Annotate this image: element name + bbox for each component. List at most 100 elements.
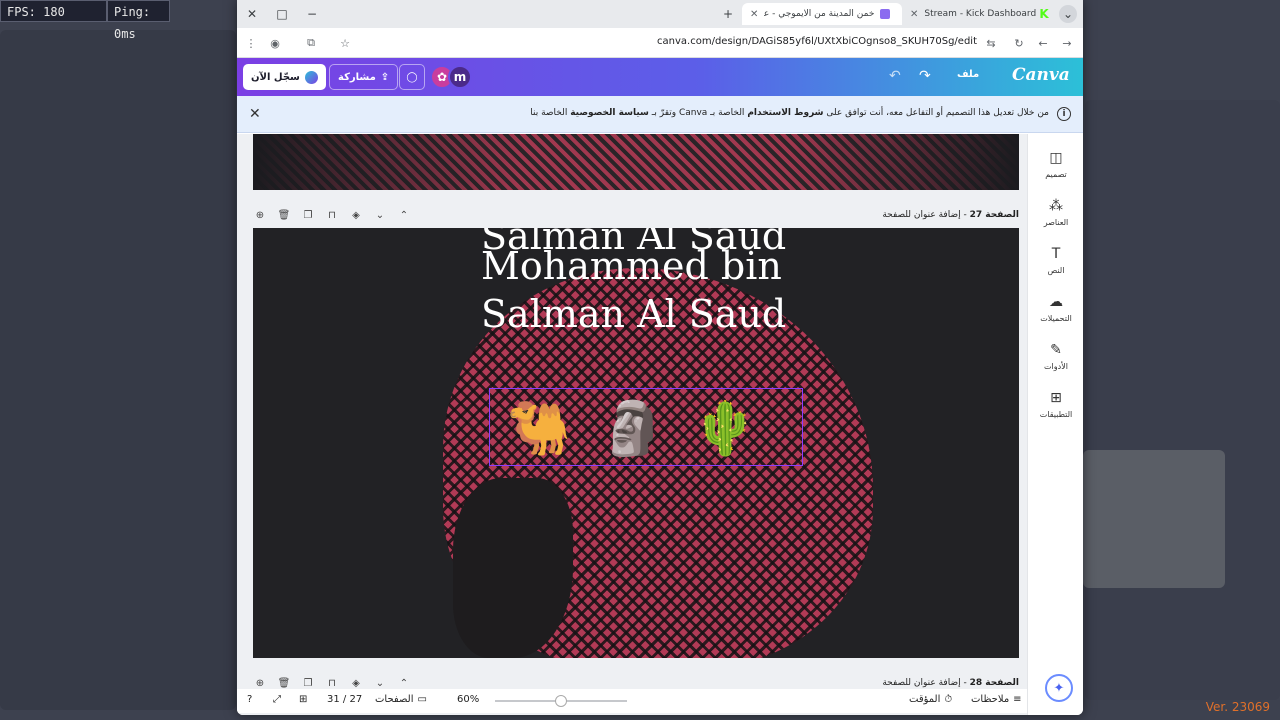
version-label: Ver. 23069 [1205,700,1270,714]
apps-icon: ⊞ [1050,390,1062,406]
upload-share-icon: ⇪ [380,71,390,83]
camel-emoji[interactable]: 🐫 [506,397,572,461]
page-title-placeholder: - إضافة عنوان للصفحة [882,210,970,220]
share-button[interactable]: مشاركة ⇪ [329,64,399,90]
close-notice-icon[interactable]: ✕ [249,106,261,122]
notes-button[interactable]: ملاحظات ≡ [971,694,1022,705]
page-count[interactable]: 31 / 27 [327,694,362,705]
grid-view-icon[interactable]: ⊞ [299,694,307,705]
notice-text-mid: الخاصة بـ Canva وتقرّ بـ [648,108,748,118]
close-window-icon[interactable]: ✕ [243,5,261,23]
notice-text-end: الخاصة بنا [530,108,571,118]
close-tab-icon[interactable]: ✕ [910,9,918,20]
extensions-icon[interactable]: ⧉ [303,35,319,51]
timer-label: المؤقت [909,694,941,705]
signin-label: سجّل الآن [251,71,300,83]
fullscreen-icon[interactable]: ⤢ [273,694,281,705]
undo-icon[interactable]: ↶ [889,68,901,84]
sidebar-item-label: التحميلات [1040,314,1072,323]
bg-right-panel [1085,100,1280,700]
minimize-icon[interactable]: − [303,5,321,23]
duplicate-page-icon[interactable]: ❐ [301,208,315,222]
file-menu[interactable]: ملف [957,69,979,80]
reload-icon[interactable]: ↻ [1011,35,1027,51]
maximize-icon[interactable]: □ [273,5,291,23]
sidebar-item-elements[interactable]: ⁂ العناصر [1028,198,1083,227]
tab-search-icon[interactable]: ⌄ [1059,5,1077,23]
chevron-up-icon[interactable]: ⌃ [397,208,411,222]
sidebar-item-tools[interactable]: ✎ الأدوات [1028,342,1083,371]
comment-bubble-icon: ◯ [406,71,418,83]
pages-label: الصفحات [375,694,414,705]
previous-page-canvas[interactable] [253,134,1019,190]
delete-page-icon[interactable]: 🗑 [277,208,291,222]
comment-button[interactable]: ◯ [399,64,425,90]
terms-link[interactable]: شروط الاستخدام [747,108,823,118]
page-number: الصفحة 28 [969,678,1019,688]
bg-left-panel [0,30,236,710]
site-settings-icon[interactable]: ⇆ [983,35,999,51]
chevron-down-icon[interactable]: ⌄ [373,208,387,222]
sidebar-item-uploads[interactable]: ☁ التحميلات [1028,294,1083,323]
notes-icon: ≡ [1013,694,1022,705]
notes-label: ملاحظات [971,694,1010,705]
kick-icon[interactable]: K [1035,5,1053,23]
privacy-link[interactable]: سياسة الخصوصية [570,108,649,118]
forward-icon[interactable]: → [1059,35,1075,51]
page-title[interactable]: الصفحة 27 - إضافة عنوان للصفحة [882,210,1019,220]
fps-counter: FPS: 180 [0,0,107,22]
current-page-canvas[interactable]: Salman Al Saud Mohammed bin Salman Al Sa… [253,228,1019,658]
slide-title-line-2[interactable]: Mohammed bin [481,244,782,288]
next-page-title[interactable]: الصفحة 28 - إضافة عنوان للصفحة [882,678,1019,688]
pen-icon: ✎ [1050,342,1062,358]
browser-window: ✕ □ − + ✕ خمن المدينة من الايموجي - عرض … [237,0,1083,715]
hide-page-icon[interactable]: ◈ [349,676,363,690]
collaborators[interactable]: ✿ m [430,65,472,89]
magic-assistant-button[interactable]: ✦ [1045,674,1073,702]
profile-icon[interactable]: ◉ [267,35,283,51]
lock-page-icon[interactable]: ⊓ [325,208,339,222]
sidebar-item-apps[interactable]: ⊞ التطبيقات [1028,390,1083,419]
timer-button[interactable]: المؤقت ⏱ [909,694,952,705]
avatar[interactable]: m [448,65,472,89]
menu-dots-icon[interactable]: ⋮ [243,35,259,51]
sidebar-item-design[interactable]: ◫ تصميم [1028,150,1083,179]
sidebar-item-text[interactable]: T النص [1028,246,1083,275]
sidebar-item-label: النص [1047,266,1065,275]
url-text[interactable]: canva.com/design/DAGiS85yf6l/UXtXbiCOgns… [657,36,977,47]
duplicate-page-icon[interactable]: ❐ [301,676,315,690]
back-icon[interactable]: ← [1035,35,1051,51]
sparkle-icon: ✦ [1053,680,1065,696]
tab-kick[interactable]: ✕ Stream - Kick Dashboard [902,3,1052,25]
zoom-value[interactable]: 60% [457,694,479,705]
emoji-selection-box[interactable]: 🐫 🗿 🌵 [489,388,803,466]
lock-page-icon[interactable]: ⊓ [325,676,339,690]
bottom-bar: ? ⤢ ⊞ 31 / 27 الصفحات ▭ 60% المؤقت ⏱ ملا… [237,689,1027,713]
help-icon[interactable]: ? [247,694,252,705]
cactus-emoji[interactable]: 🌵 [692,397,758,461]
layout-icon: ◫ [1049,150,1063,166]
close-tab-icon[interactable]: ✕ [750,9,758,20]
hide-page-icon[interactable]: ◈ [349,208,363,222]
chevron-up-icon[interactable]: ⌃ [397,676,411,690]
zoom-slider[interactable] [495,695,627,707]
slide-title-line-3[interactable]: Salman Al Saud [481,292,786,336]
new-tab-icon[interactable]: + [719,5,737,23]
pages-button[interactable]: الصفحات ▭ [375,694,427,705]
elements-icon: ⁂ [1049,198,1063,214]
canva-c-icon [304,70,318,84]
tab-canva[interactable]: ✕ خمن المدينة من الايموجي - عرض [742,3,902,25]
moai-emoji[interactable]: 🗿 [600,397,666,461]
add-page-icon[interactable]: ⊕ [253,208,267,222]
redo-icon[interactable]: ↷ [919,68,931,84]
bookmark-star-icon[interactable]: ☆ [337,35,353,51]
notice-text: من خلال تعديل هذا التصميم أو التفاعل معه… [530,108,1049,118]
ping-counter: Ping: 0ms [107,0,170,41]
zoom-slider-handle[interactable] [555,695,567,707]
add-page-icon[interactable]: ⊕ [253,676,267,690]
chevron-down-icon[interactable]: ⌄ [373,676,387,690]
canva-logo[interactable]: Canva [1012,65,1070,85]
canva-toolbar: سجّل الآن مشاركة ⇪ ◯ ✿ m ↶ ↷ ملف Canva [237,58,1083,96]
signin-button[interactable]: سجّل الآن [243,64,326,90]
delete-page-icon[interactable]: 🗑 [277,676,291,690]
